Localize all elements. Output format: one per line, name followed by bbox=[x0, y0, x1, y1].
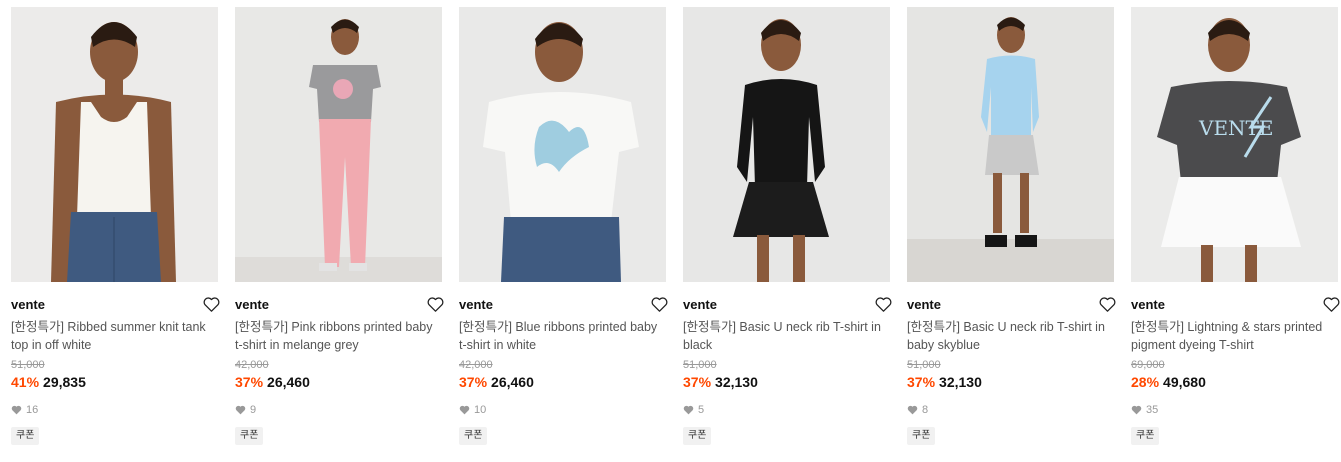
like-count-row: 9 bbox=[235, 403, 442, 417]
heart-filled-icon bbox=[11, 405, 22, 415]
like-count-row: 10 bbox=[459, 403, 666, 417]
price-row: 37% 32,130 bbox=[683, 373, 890, 391]
product-image[interactable] bbox=[235, 7, 442, 282]
price-row: 41% 29,835 bbox=[11, 373, 218, 391]
like-count: 16 bbox=[26, 404, 39, 416]
sale-price: 29,835 bbox=[43, 374, 86, 390]
model-photo-tank-top bbox=[11, 7, 218, 282]
heart-outline-icon[interactable] bbox=[426, 295, 444, 313]
brand-name[interactable]: vente bbox=[1131, 297, 1165, 312]
coupon-badge: 쿠폰 bbox=[459, 427, 488, 445]
brand-row: vente bbox=[11, 294, 220, 314]
brand-row: vente bbox=[459, 294, 668, 314]
original-price: 42,000 bbox=[235, 359, 269, 371]
coupon-badge: 쿠폰 bbox=[683, 427, 712, 445]
price-row: 28% 49,680 bbox=[1131, 373, 1338, 391]
brand-name[interactable]: vente bbox=[235, 297, 269, 312]
model-photo-white-tee bbox=[459, 7, 666, 282]
product-image[interactable] bbox=[459, 7, 666, 282]
product-card: vente [한정특가] Pink ribbons printed baby t… bbox=[235, 7, 444, 445]
heart-outline-icon[interactable] bbox=[650, 295, 668, 313]
brand-row: vente bbox=[1131, 294, 1340, 314]
brand-row: vente bbox=[683, 294, 892, 314]
brand-name[interactable]: vente bbox=[907, 297, 941, 312]
sale-price: 32,130 bbox=[939, 374, 982, 390]
brand-row: vente bbox=[907, 294, 1116, 314]
coupon-badge: 쿠폰 bbox=[1131, 427, 1160, 445]
heart-outline-icon[interactable] bbox=[874, 295, 892, 313]
sale-price: 26,460 bbox=[491, 374, 534, 390]
price-row: 37% 32,130 bbox=[907, 373, 1114, 391]
product-image[interactable]: VENTE bbox=[1131, 7, 1338, 282]
like-count: 35 bbox=[1146, 404, 1159, 416]
sale-price: 32,130 bbox=[715, 374, 758, 390]
like-count-row: 5 bbox=[683, 403, 890, 417]
product-grid: vente [한정특가] Ribbed summer knit tank top… bbox=[0, 0, 1341, 462]
price-row: 37% 26,460 bbox=[459, 373, 666, 391]
brand-name[interactable]: vente bbox=[683, 297, 717, 312]
price-row: 37% 26,460 bbox=[235, 373, 442, 391]
discount-rate: 37% bbox=[907, 374, 936, 390]
brand-name[interactable]: vente bbox=[11, 297, 45, 312]
product-title[interactable]: [한정특가] Pink ribbons printed baby t-shirt… bbox=[235, 318, 442, 354]
like-count: 8 bbox=[922, 404, 929, 416]
coupon-badge: 쿠폰 bbox=[235, 427, 264, 445]
product-title[interactable]: [한정특가] Basic U neck rib T-shirt in black bbox=[683, 318, 890, 354]
product-card: vente [한정특가] Ribbed summer knit tank top… bbox=[11, 7, 220, 445]
coupon-badge: 쿠폰 bbox=[11, 427, 40, 445]
product-card: vente [한정특가] Blue ribbons printed baby t… bbox=[459, 7, 668, 445]
product-title[interactable]: [한정특가] Basic U neck rib T-shirt in baby … bbox=[907, 318, 1114, 354]
heart-outline-icon[interactable] bbox=[1322, 295, 1340, 313]
original-price: 51,000 bbox=[683, 359, 717, 371]
heart-filled-icon bbox=[459, 405, 470, 415]
product-card: vente [한정특가] Basic U neck rib T-shirt in… bbox=[683, 7, 892, 445]
discount-rate: 37% bbox=[459, 374, 488, 390]
heart-filled-icon bbox=[1131, 405, 1142, 415]
coupon-badge: 쿠폰 bbox=[907, 427, 936, 445]
original-price: 69,000 bbox=[1131, 359, 1165, 371]
product-image[interactable] bbox=[907, 7, 1114, 282]
like-count: 5 bbox=[698, 404, 705, 416]
like-count-row: 8 bbox=[907, 403, 1114, 417]
model-photo-skyblue-tee bbox=[907, 7, 1114, 282]
like-count-row: 35 bbox=[1131, 403, 1338, 417]
like-count: 9 bbox=[250, 404, 257, 416]
product-title[interactable]: [한정특가] Ribbed summer knit tank top in of… bbox=[11, 318, 218, 354]
heart-filled-icon bbox=[235, 405, 246, 415]
model-photo-pigment-tee: VENTE bbox=[1131, 7, 1338, 282]
sale-price: 49,680 bbox=[1163, 374, 1206, 390]
heart-outline-icon[interactable] bbox=[202, 295, 220, 313]
product-card: vente [한정특가] Basic U neck rib T-shirt in… bbox=[907, 7, 1116, 445]
brand-name[interactable]: vente bbox=[459, 297, 493, 312]
original-price: 42,000 bbox=[459, 359, 493, 371]
product-card: VENTE vente [한정특가] Lightning & stars pri… bbox=[1131, 7, 1340, 445]
sale-price: 26,460 bbox=[267, 374, 310, 390]
discount-rate: 37% bbox=[235, 374, 264, 390]
like-count: 10 bbox=[474, 404, 487, 416]
model-photo-grey-tee bbox=[235, 7, 442, 282]
product-title[interactable]: [한정특가] Blue ribbons printed baby t-shirt… bbox=[459, 318, 666, 354]
brand-row: vente bbox=[235, 294, 444, 314]
discount-rate: 37% bbox=[683, 374, 712, 390]
heart-filled-icon bbox=[683, 405, 694, 415]
heart-outline-icon[interactable] bbox=[1098, 295, 1116, 313]
discount-rate: 41% bbox=[11, 374, 40, 390]
like-count-row: 16 bbox=[11, 403, 218, 417]
product-title[interactable]: [한정특가] Lightning & stars printed pigment… bbox=[1131, 318, 1338, 354]
product-image[interactable] bbox=[683, 7, 890, 282]
heart-filled-icon bbox=[907, 405, 918, 415]
original-price: 51,000 bbox=[11, 359, 45, 371]
model-photo-black-tee bbox=[683, 7, 890, 282]
original-price: 51,000 bbox=[907, 359, 941, 371]
product-image[interactable] bbox=[11, 7, 218, 282]
discount-rate: 28% bbox=[1131, 374, 1160, 390]
